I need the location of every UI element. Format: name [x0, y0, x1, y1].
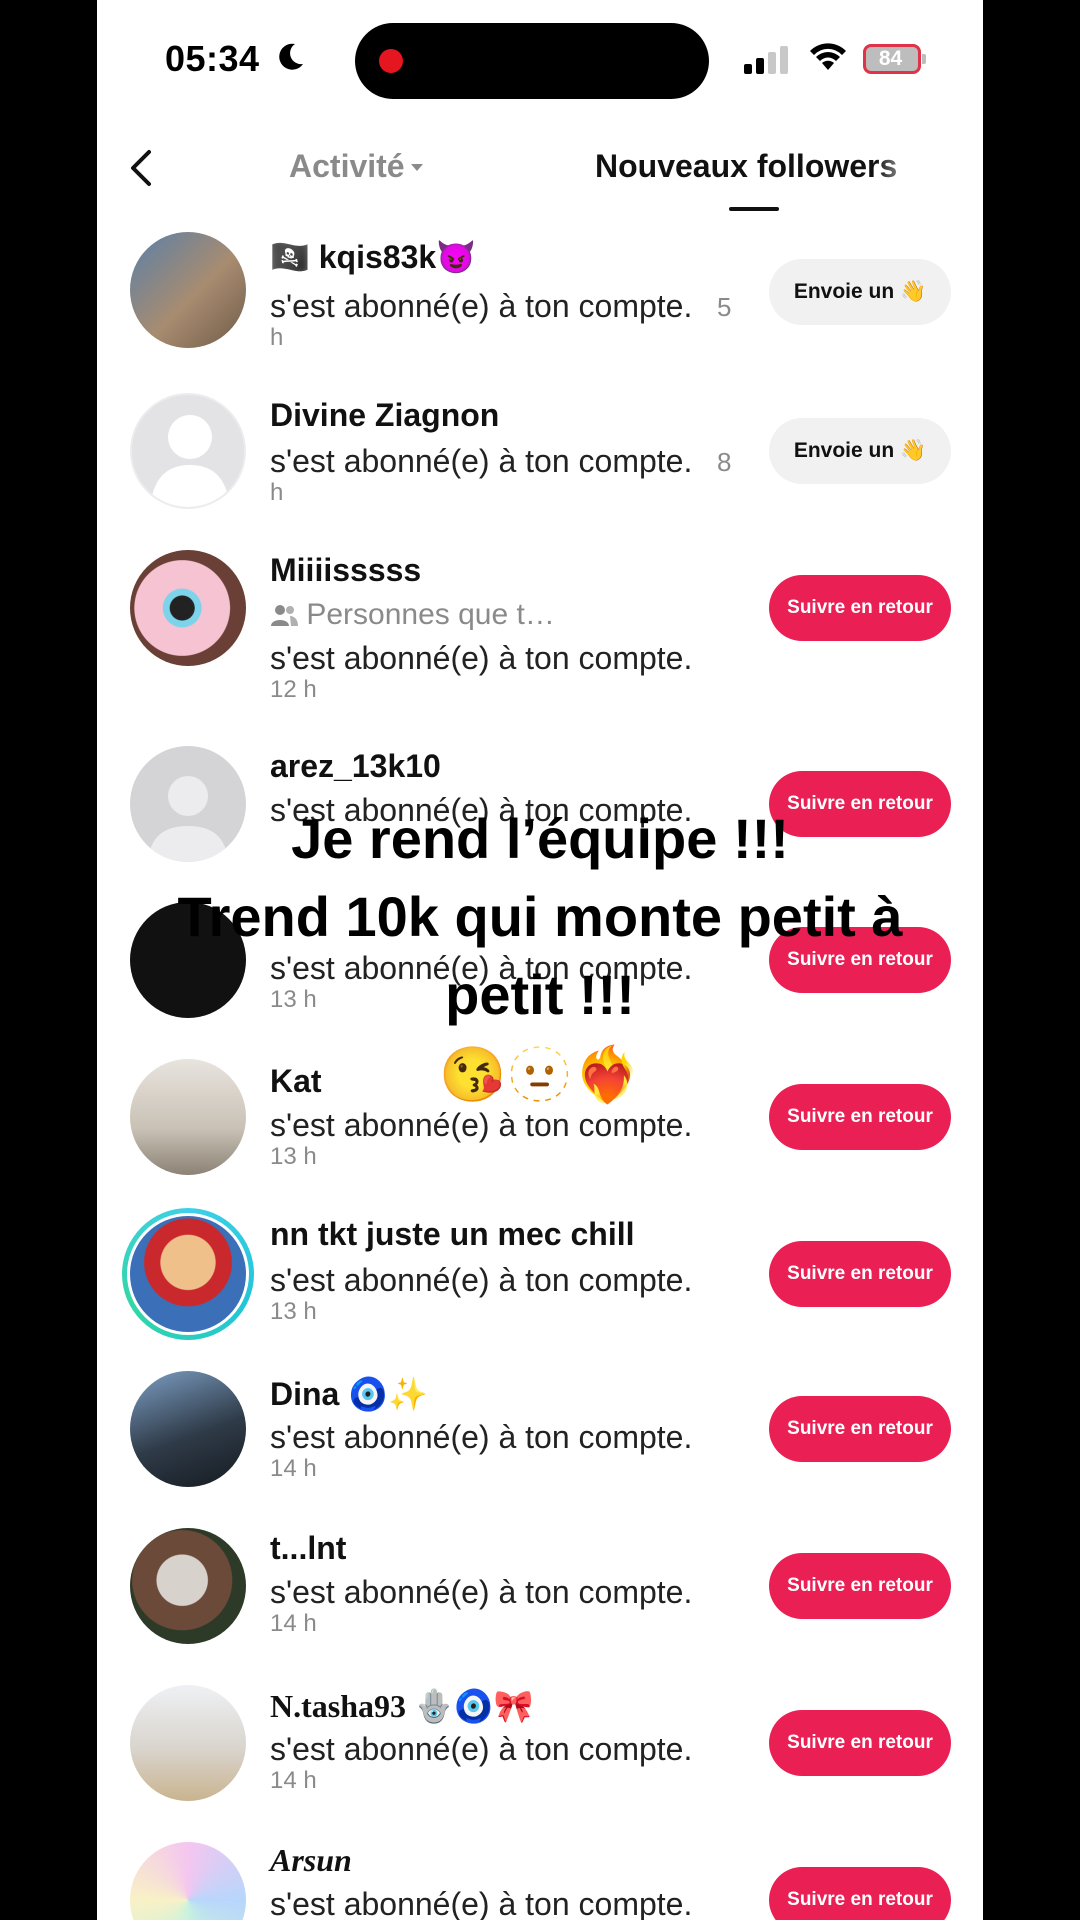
battery-icon: 84	[863, 44, 927, 74]
username[interactable]: Divine Ziagnon	[270, 397, 499, 434]
battery-level: 84	[878, 47, 903, 70]
follow-message: s'est abonné(e) à ton compte.	[270, 288, 693, 324]
avatar[interactable]	[130, 1528, 246, 1644]
caption-emojis: 😘🫥❤️‍🔥	[439, 1045, 641, 1105]
follow-message: s'est abonné(e) à ton compte.	[270, 1574, 693, 1610]
mutual-friends-label: Personnes que t…	[306, 598, 555, 631]
username[interactable]: Dina 🧿✨	[270, 1375, 428, 1413]
follow-message: s'est abonné(e) à ton compte.	[270, 640, 693, 676]
username[interactable]: 🏴‍☠️ kqis83k😈	[270, 238, 476, 276]
send-wave-button[interactable]: Envoie un 👋	[769, 418, 951, 484]
video-caption-overlay: Je rend l’équipe !!! Trend 10k qui monte…	[97, 800, 983, 1110]
caption-line-2: Trend 10k qui monte petit à	[177, 885, 903, 948]
follow-message: s'est abonné(e) à ton compte.	[270, 1886, 693, 1920]
status-bar: 05:34 84	[97, 0, 983, 120]
username[interactable]: arez_13k10	[270, 748, 441, 785]
follow-back-button[interactable]: Suivre en retour	[769, 1710, 951, 1776]
username[interactable]: t...lnt	[270, 1530, 346, 1567]
username[interactable]: Arsun	[270, 1842, 352, 1879]
follow-back-button[interactable]: Suivre en retour	[769, 575, 951, 641]
follow-message: s'est abonné(e) à ton compte.	[270, 443, 693, 479]
chevron-down-icon	[410, 164, 423, 171]
recording-dot-icon	[379, 49, 403, 73]
avatar[interactable]	[130, 1371, 246, 1487]
time-ago: 14 h	[270, 1610, 317, 1637]
follow-message: s'est abonné(e) à ton compte.	[270, 1262, 693, 1298]
time-ago-number: 8	[717, 447, 732, 477]
follow-back-button[interactable]: Suivre en retour	[769, 1867, 951, 1920]
time-ago: 14 h	[270, 1767, 317, 1794]
tab-activity-label: Activité	[289, 148, 405, 184]
time-ago: h	[270, 324, 284, 351]
send-wave-button[interactable]: Envoie un 👋	[769, 259, 951, 325]
dynamic-island	[355, 23, 709, 99]
username[interactable]: nn tkt juste un mec chill	[270, 1216, 635, 1253]
avatar[interactable]	[130, 393, 246, 509]
caption-line-3: petit !!!	[445, 963, 635, 1026]
time-ago: 13 h	[270, 1143, 317, 1170]
back-arrow-icon[interactable]	[127, 148, 157, 188]
follow-back-button[interactable]: Suivre en retour	[769, 1396, 951, 1462]
tab-activity[interactable]: Activité	[289, 148, 423, 185]
wifi-icon	[810, 43, 846, 70]
avatar[interactable]	[130, 1842, 246, 1920]
avatar[interactable]	[130, 232, 246, 348]
phone-screen: 05:34 84 Activité Nouveaux follo	[97, 0, 983, 1920]
time-ago: 14 h	[270, 1455, 317, 1482]
status-time: 05:34	[165, 38, 260, 79]
time-ago: 13 h	[270, 1298, 317, 1325]
username[interactable]: N.tasha93 🪬🧿🎀	[270, 1687, 534, 1725]
people-icon	[271, 605, 298, 626]
username[interactable]: Miiiisssss	[270, 552, 421, 589]
avatar[interactable]	[130, 1216, 246, 1332]
time-ago: 12 h	[270, 676, 317, 703]
tab-new-followers[interactable]: Nouveaux followers	[595, 148, 925, 185]
mutual-friends-note: Personnes que t…	[270, 598, 555, 632]
avatar[interactable]	[130, 1685, 246, 1801]
avatar[interactable]	[130, 550, 246, 666]
caption-line-1: Je rend l’équipe !!!	[291, 807, 789, 870]
active-tab-indicator	[729, 207, 779, 211]
default-avatar-icon	[150, 415, 230, 507]
signal-icon	[744, 46, 788, 74]
follow-message: s'est abonné(e) à ton compte.	[270, 1107, 693, 1143]
moon-icon	[279, 43, 303, 70]
follow-back-button[interactable]: Suivre en retour	[769, 1241, 951, 1307]
follow-message: s'est abonné(e) à ton compte.	[270, 1419, 693, 1455]
follow-message: s'est abonné(e) à ton compte.	[270, 1731, 693, 1767]
story-ring[interactable]	[122, 1208, 254, 1340]
time-ago: h	[270, 479, 284, 506]
time-ago-number: 5	[717, 292, 732, 322]
follow-message-wrap: s'est abonné(e) à ton compte.	[270, 288, 692, 325]
follow-back-button[interactable]: Suivre en retour	[769, 1553, 951, 1619]
